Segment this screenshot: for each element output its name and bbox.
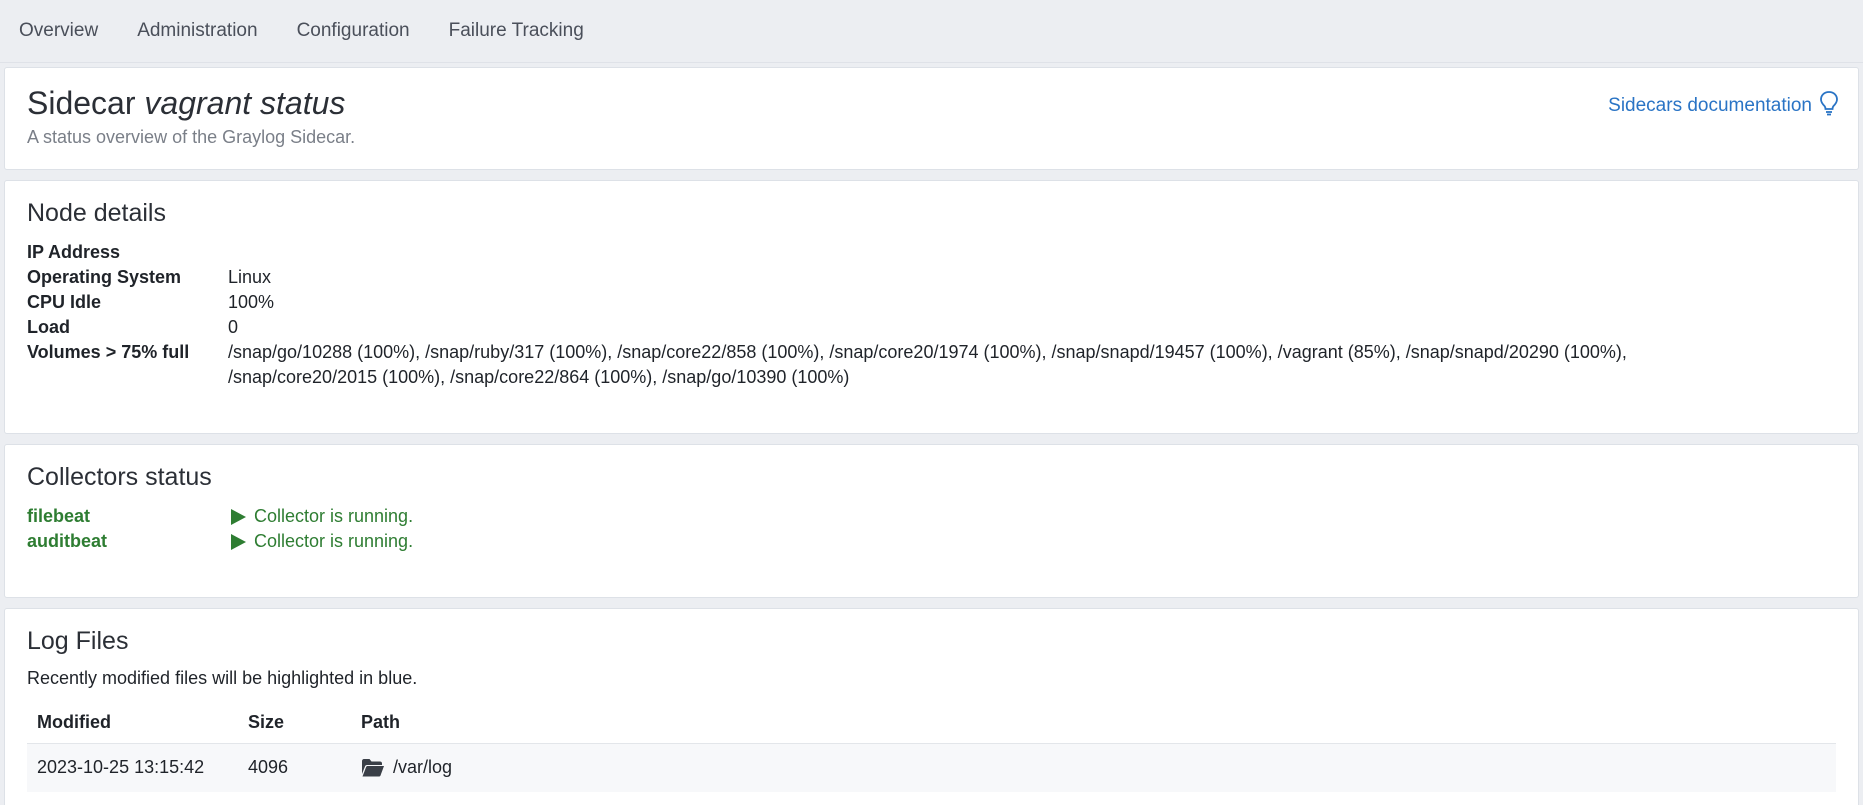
- page-title-sidecar-name: vagrant status: [144, 85, 346, 121]
- column-header-modified: Modified: [37, 712, 111, 733]
- log-files-panel: Log Files Recently modified files will b…: [4, 608, 1859, 805]
- page-title-prefix: Sidecar: [27, 85, 136, 121]
- page-subtitle: A status overview of the Graylog Sidecar…: [27, 127, 356, 148]
- node-details-panel: Node details IP Address Operating System…: [4, 180, 1859, 434]
- page-header-panel: Sidecar vagrant status A status overview…: [4, 67, 1859, 170]
- node-details-list: IP Address Operating System Linux CPU Id…: [27, 240, 1836, 390]
- path-cell: /var/log: [351, 742, 1836, 792]
- collector-name-filebeat[interactable]: filebeat: [27, 504, 228, 529]
- table-header-row: Modified Size Path: [27, 703, 1836, 743]
- volumes-value: /snap/go/10288 (100%), /snap/ruby/317 (1…: [228, 342, 1627, 387]
- folder-open-icon: [361, 758, 385, 777]
- node-details-heading: Node details: [27, 199, 166, 227]
- collector-name-auditbeat[interactable]: auditbeat: [27, 529, 228, 554]
- nav-overview[interactable]: Overview: [19, 20, 98, 42]
- nav-failure-tracking[interactable]: Failure Tracking: [449, 20, 584, 42]
- nav-administration[interactable]: Administration: [137, 20, 257, 42]
- ip-address-value: [228, 240, 1836, 265]
- volumes-label: Volumes > 75% full: [27, 342, 190, 362]
- cpu-idle-label: CPU Idle: [27, 292, 102, 312]
- operating-system-label: Operating System: [27, 267, 182, 287]
- table-row[interactable]: 2023-10-25 13:15:42 4096 /var/log: [27, 742, 1836, 792]
- column-header-path: Path: [361, 712, 401, 733]
- lightbulb-icon: [1818, 90, 1840, 122]
- sidecars-documentation-link[interactable]: Sidecars documentation: [1608, 90, 1840, 122]
- collectors-status-panel: Collectors status filebeat Collector is …: [4, 444, 1859, 598]
- modified-cell: 2023-10-25 13:15:42: [27, 742, 238, 792]
- load-label: Load: [27, 317, 70, 337]
- collector-status-auditbeat: Collector is running.: [228, 529, 1836, 554]
- cpu-idle-value: 100%: [228, 292, 275, 312]
- collector-status-filebeat: Collector is running.: [228, 504, 1836, 529]
- log-files-description: Recently modified files will be highligh…: [27, 668, 418, 688]
- operating-system-value: Linux: [228, 267, 272, 287]
- log-files-heading: Log Files: [27, 627, 129, 655]
- collector-status-text: Collector is running.: [254, 506, 414, 526]
- path-link[interactable]: /var/log: [393, 757, 452, 778]
- nav-configuration[interactable]: Configuration: [297, 20, 410, 42]
- play-icon: [231, 508, 246, 525]
- collectors-status-heading: Collectors status: [27, 463, 212, 491]
- log-files-table: Modified Size Path 2023-10-25 13:15:42 4…: [27, 703, 1836, 792]
- size-cell: 4096: [238, 742, 351, 792]
- page-title: Sidecar vagrant status: [27, 85, 1836, 121]
- ip-address-label: IP Address: [27, 242, 121, 262]
- load-value: 0: [228, 317, 239, 337]
- top-navigation: Overview Administration Configuration Fa…: [0, 0, 1863, 63]
- collectors-list: filebeat Collector is running. auditbeat…: [27, 504, 1836, 554]
- collector-status-text: Collector is running.: [254, 531, 414, 551]
- play-icon: [231, 533, 246, 550]
- column-header-size: Size: [248, 712, 285, 733]
- doc-link-label: Sidecars documentation: [1608, 95, 1812, 116]
